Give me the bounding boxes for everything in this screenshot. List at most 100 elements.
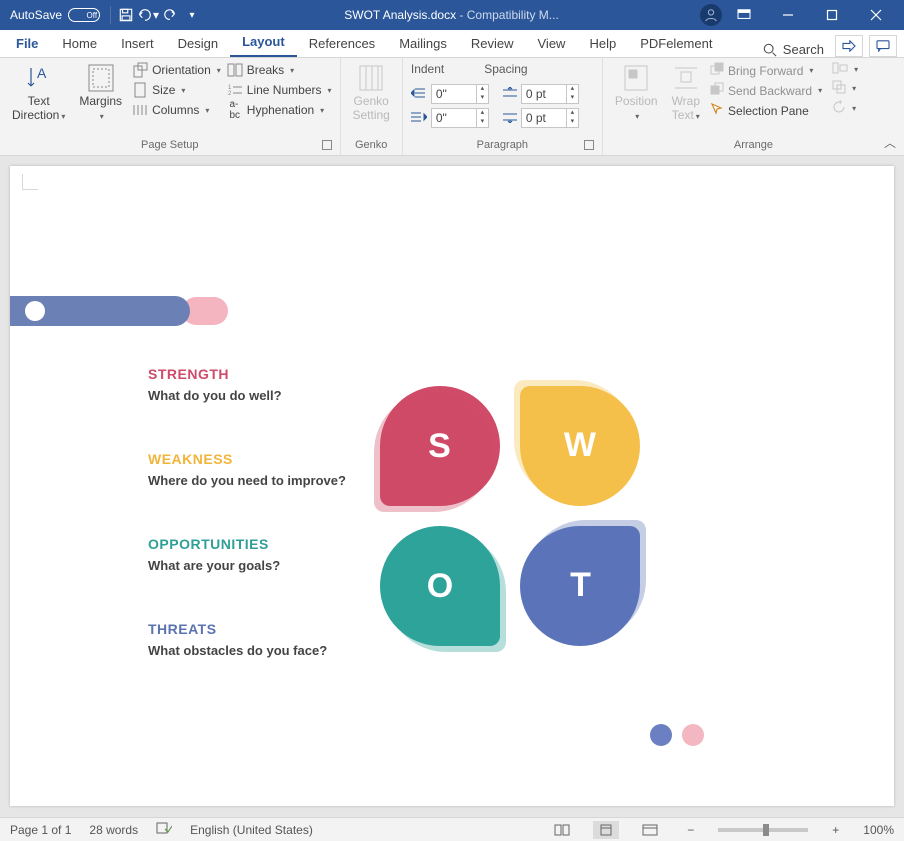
- indent-header: Indent: [411, 62, 444, 76]
- status-page[interactable]: Page 1 of 1: [10, 823, 71, 837]
- columns-button[interactable]: Columns▾: [132, 102, 221, 118]
- hyphenation-button[interactable]: a-bcHyphenation▾: [227, 102, 332, 118]
- bring-forward-icon: [710, 62, 724, 79]
- group-label-page-setup: Page Setup: [141, 139, 199, 151]
- opportunities-heading[interactable]: OPPORTUNITIES: [148, 536, 378, 552]
- tab-design[interactable]: Design: [166, 30, 230, 57]
- petal-threats[interactable]: T: [520, 526, 640, 646]
- strength-heading[interactable]: STRENGTH: [148, 366, 378, 382]
- group-label-arrange: Arrange: [611, 135, 896, 153]
- minimize-icon[interactable]: [766, 0, 810, 30]
- group-page-setup: A Text Direction▾ Margins▾ Orientation▾ …: [0, 58, 341, 155]
- group-objects-button: ▾: [832, 80, 858, 97]
- send-backward-button: Send Backward▾: [710, 82, 822, 99]
- group-label-genko: Genko: [349, 135, 394, 153]
- breaks-icon: [227, 62, 243, 78]
- search-button[interactable]: Search: [755, 42, 832, 57]
- maximize-icon[interactable]: [810, 0, 854, 30]
- tab-file[interactable]: File: [4, 30, 50, 57]
- text-direction-icon: A: [25, 64, 53, 92]
- svg-text:A: A: [37, 65, 47, 81]
- space-after-input[interactable]: ▴▾: [521, 108, 579, 128]
- orientation-icon: [132, 62, 148, 78]
- ribbon-display-options-icon[interactable]: [722, 0, 766, 30]
- group-arrange: Position▾ Wrap Text▾ Bring Forward▾ Send…: [603, 58, 904, 155]
- print-layout-icon[interactable]: [593, 821, 619, 839]
- tab-insert[interactable]: Insert: [109, 30, 166, 57]
- threats-heading[interactable]: THREATS: [148, 621, 378, 637]
- svg-text:2: 2: [228, 91, 232, 97]
- tab-help[interactable]: Help: [577, 30, 628, 57]
- group-genko: Genko Setting Genko: [341, 58, 403, 155]
- customize-qat-icon[interactable]: ▾: [181, 4, 203, 26]
- save-icon[interactable]: [115, 4, 137, 26]
- zoom-level[interactable]: 100%: [863, 823, 894, 837]
- zoom-in-button[interactable]: +: [826, 823, 845, 837]
- margins-button[interactable]: Margins▾: [75, 62, 126, 135]
- tab-references[interactable]: References: [297, 30, 387, 57]
- redo-icon[interactable]: [159, 4, 181, 26]
- autosave-label: AutoSave: [10, 8, 62, 22]
- status-language[interactable]: English (United States): [190, 823, 313, 837]
- genko-setting-button: Genko Setting: [349, 62, 394, 135]
- space-before-icon: [503, 87, 517, 102]
- indent-right-input[interactable]: ▴▾: [431, 108, 489, 128]
- web-layout-icon[interactable]: [637, 821, 663, 839]
- status-bar: Page 1 of 1 28 words English (United Sta…: [0, 817, 904, 841]
- tab-view[interactable]: View: [526, 30, 578, 57]
- collapse-ribbon-icon[interactable]: ︿: [884, 134, 896, 151]
- strength-question[interactable]: What do you do well?: [148, 388, 378, 403]
- undo-icon[interactable]: ▾: [137, 4, 159, 26]
- opportunities-question[interactable]: What are your goals?: [148, 558, 378, 573]
- user-account-icon[interactable]: [700, 4, 722, 26]
- hyphenation-icon: a-bc: [227, 102, 243, 118]
- footer-dots[interactable]: [650, 724, 704, 746]
- rotate-button: ▾: [832, 100, 858, 117]
- weakness-heading[interactable]: WEAKNESS: [148, 451, 378, 467]
- align-icon: [832, 62, 848, 77]
- size-button[interactable]: Size▾: [132, 82, 221, 98]
- document-page[interactable]: STRENGTH What do you do well? WEAKNESS Whe…: [10, 166, 894, 806]
- zoom-slider[interactable]: [718, 828, 808, 832]
- group-icon: [832, 80, 846, 97]
- selection-pane-button[interactable]: Selection Pane: [710, 102, 822, 119]
- space-before-input[interactable]: ▴▾: [521, 84, 579, 104]
- petal-weakness[interactable]: W: [520, 386, 640, 506]
- read-mode-icon[interactable]: [549, 821, 575, 839]
- genko-icon: [357, 64, 385, 92]
- text-direction-button[interactable]: A Text Direction▾: [8, 62, 69, 135]
- threats-question[interactable]: What obstacles do you face?: [148, 643, 378, 658]
- weakness-question[interactable]: Where do you need to improve?: [148, 473, 378, 488]
- comments-button[interactable]: [869, 35, 897, 57]
- breaks-button[interactable]: Breaks▾: [227, 62, 332, 78]
- ribbon-tabs: File Home Insert Design Layout Reference…: [0, 30, 904, 58]
- spellcheck-icon[interactable]: [156, 821, 172, 838]
- page-margin-marker: [22, 174, 38, 190]
- banner-shape[interactable]: [10, 296, 228, 326]
- tab-mailings[interactable]: Mailings: [387, 30, 459, 57]
- petal-strength[interactable]: S: [380, 386, 500, 506]
- share-button[interactable]: [835, 35, 863, 57]
- zoom-out-button[interactable]: −: [681, 823, 700, 837]
- status-words[interactable]: 28 words: [89, 823, 138, 837]
- tab-layout[interactable]: Layout: [230, 28, 297, 57]
- orientation-button[interactable]: Orientation▾: [132, 62, 221, 78]
- swot-text-block[interactable]: STRENGTH What do you do well? WEAKNESS Whe…: [148, 366, 378, 706]
- autosave-toggle[interactable]: Off: [68, 8, 100, 22]
- tab-review[interactable]: Review: [459, 30, 526, 57]
- page-setup-dialog-launcher[interactable]: [322, 140, 332, 150]
- tab-pdfelement[interactable]: PDFelement: [628, 30, 724, 57]
- document-area[interactable]: STRENGTH What do you do well? WEAKNESS Whe…: [0, 156, 904, 817]
- space-after-icon: [503, 111, 517, 126]
- tab-home[interactable]: Home: [50, 30, 109, 57]
- paragraph-dialog-launcher[interactable]: [584, 140, 594, 150]
- rotate-icon: [832, 100, 846, 117]
- swot-petal-diagram[interactable]: S W O T: [380, 386, 640, 646]
- indent-left-input[interactable]: ▴▾: [431, 84, 489, 104]
- wrap-text-button: Wrap Text▾: [668, 62, 704, 135]
- bring-forward-button: Bring Forward▾: [710, 62, 822, 79]
- line-numbers-button[interactable]: 12Line Numbers▾: [227, 82, 332, 98]
- petal-opportunities[interactable]: O: [380, 526, 500, 646]
- align-button: ▾: [832, 62, 858, 77]
- close-icon[interactable]: [854, 0, 898, 30]
